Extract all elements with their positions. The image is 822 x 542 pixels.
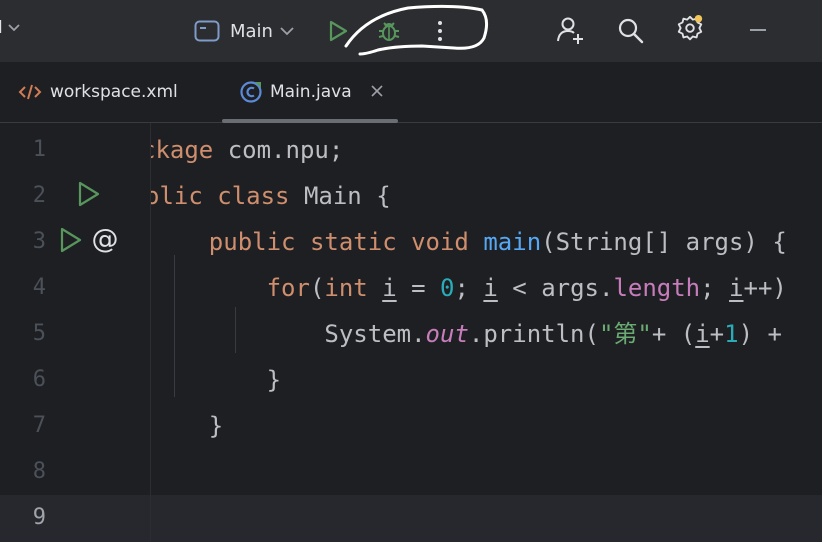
line-number: 6 [32,367,46,392]
code-token: ++) [743,274,787,302]
code-token: System. [151,320,426,348]
line-number: 1 [32,137,46,162]
line-number: 8 [32,459,46,484]
svg-text:@: @ [92,225,119,255]
add-user-button[interactable] [556,15,586,45]
code-token: ckage [151,136,214,164]
code-token: com.npu; [213,136,344,164]
tab-main-java[interactable]: Main.java [222,62,398,123]
code-editor[interactable]: 1 2 3 4 5 6 7 8 9 @ ckage com.npu; olic c… [0,123,822,542]
hand-drawn-annotation [344,4,489,56]
code-token: ) + [738,320,797,348]
code-line[interactable]: olic class Main { [151,180,391,212]
code-line[interactable]: public static void main(String[] args) { [151,226,787,258]
line-number: 7 [32,413,46,438]
project-selector[interactable]: l [0,18,21,38]
line-number: 3 [32,229,46,254]
tab-label: workspace.xml [50,82,178,102]
close-tab-icon[interactable] [368,82,386,100]
code-token: olic class [151,182,290,210]
code-token: length [613,274,701,302]
code-token: int [324,274,368,302]
code-token: Main { [289,182,391,210]
run-main-gutter-icon[interactable] [56,226,84,254]
code-token: = [396,274,441,302]
editor-tab-strip: workspace.xml Main.java [0,62,822,123]
code-token: public static void [208,228,469,256]
code-line[interactable]: } [151,364,281,396]
main-toolbar: l Main [0,0,822,62]
line-number-current: 9 [32,505,46,530]
code-token: + ( [651,320,696,348]
code-token: i [695,320,710,348]
run-config-selector[interactable]: Main [194,16,295,46]
window-minimize-button[interactable] [750,29,766,31]
code-token: + [709,320,725,348]
code-token: } [151,366,282,394]
code-token: ; [454,274,484,302]
chevron-down-icon [280,27,294,36]
add-user-icon [557,17,583,44]
settings-update-badge [694,14,703,23]
line-number: 4 [32,275,46,300]
xml-file-icon [18,83,42,101]
code-token: 1 [724,320,739,348]
run-config-icon [194,20,220,42]
run-class-gutter-icon[interactable] [74,180,102,208]
at-sign-gutter-icon[interactable]: @ [89,225,121,255]
code-token: } [151,412,224,440]
code-token: ( [309,274,325,302]
java-class-icon [240,81,262,103]
tab-workspace-xml[interactable]: workspace.xml [18,62,178,122]
code-token: ; [700,274,730,302]
code-line[interactable]: } [151,410,223,442]
code-token: out [425,320,469,348]
code-token: (String[] args) { [541,228,787,256]
code-token: "第" [598,320,652,348]
run-config-label: Main [230,20,273,42]
project-name-tail: l [0,18,3,38]
search-icon [618,18,644,44]
line-number: 2 [32,183,46,208]
code-token: i [382,274,397,302]
code-token: i [729,274,744,302]
ide-window: l Main workspace.xml Main.java 1 2 3 4 5… [0,0,822,542]
code-area[interactable]: ckage com.npu; olic class Main { public s… [151,123,822,542]
search-button[interactable] [616,16,646,46]
code-token: i [483,274,498,302]
settings-icon [677,14,703,41]
code-token: .println( [468,320,599,348]
code-token: 0 [440,274,455,302]
settings-button[interactable] [675,14,705,44]
code-line[interactable]: ckage com.npu; [151,134,343,166]
chevron-down-icon [8,24,20,32]
code-line[interactable]: for(int i = 0; i < args.length; i++) [151,272,787,304]
tab-label: Main.java [270,82,352,102]
line-number: 5 [32,321,46,346]
code-token: < args. [497,274,614,302]
code-token: for [266,274,310,302]
code-line[interactable]: System.out.println("第"+ (i+1) + [151,318,796,350]
code-token: main [483,228,542,256]
